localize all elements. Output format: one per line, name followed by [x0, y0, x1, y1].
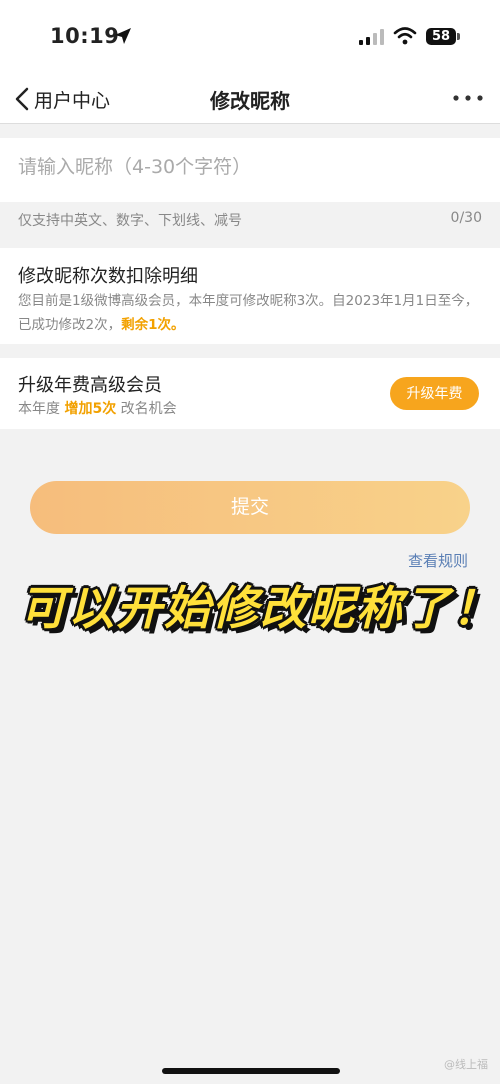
wifi-icon [393, 27, 417, 45]
upgrade-sub-highlight: 增加5次 [64, 401, 117, 417]
upgrade-sub-prefix: 本年度 [18, 401, 60, 417]
view-rules-link[interactable]: 查看规则 [408, 550, 468, 571]
battery-icon: 58 [426, 28, 456, 45]
nickname-input-card [0, 138, 500, 202]
upgrade-button[interactable]: 升级年费 [390, 377, 479, 410]
nickname-hint: 仅支持中英文、数字、下划线、减号 [18, 213, 242, 229]
location-arrow-icon [115, 28, 131, 44]
nickname-input[interactable] [18, 156, 478, 178]
submit-button[interactable]: 提交 [30, 481, 470, 534]
home-indicator [162, 1068, 340, 1074]
upgrade-title: 升级年费高级会员 [18, 375, 162, 396]
char-counter: 0/30 [450, 210, 482, 226]
battery-level: 58 [431, 29, 451, 44]
status-bar: 10:19 58 [0, 0, 500, 76]
deduction-desc-text: 您目前是1级微博高级会员，本年度可修改昵称3次。自2023年1月1日至今，已成功… [18, 293, 479, 333]
remaining-count: 剩余1次。 [121, 317, 185, 333]
nickname-hint-row: 仅支持中英文、数字、下划线、减号 0/30 [0, 202, 500, 246]
more-dots-icon[interactable] [452, 94, 484, 102]
upgrade-card: 升级年费高级会员 本年度 增加5次 改名机会 升级年费 [0, 358, 500, 429]
cellular-signal-icon [359, 29, 384, 45]
deduction-desc: 您目前是1级微博高级会员，本年度可修改昵称3次。自2023年1月1日至今，已成功… [18, 289, 488, 337]
nav-bar: 用户中心 修改昵称 [0, 76, 500, 124]
status-time: 10:19 [50, 24, 120, 48]
battery-cap [457, 33, 460, 40]
upgrade-sub-suffix: 改名机会 [120, 401, 177, 417]
page-title: 修改昵称 [210, 89, 290, 113]
overlay-caption: 可以开始修改昵称了！ [20, 581, 500, 635]
deduction-card: 修改昵称次数扣除明细 您目前是1级微博高级会员，本年度可修改昵称3次。自2023… [0, 248, 500, 344]
upgrade-subtitle: 本年度 增加5次 改名机会 [18, 398, 177, 418]
deduction-title: 修改昵称次数扣除明细 [18, 266, 198, 287]
watermark: @线上福 [444, 1058, 488, 1071]
